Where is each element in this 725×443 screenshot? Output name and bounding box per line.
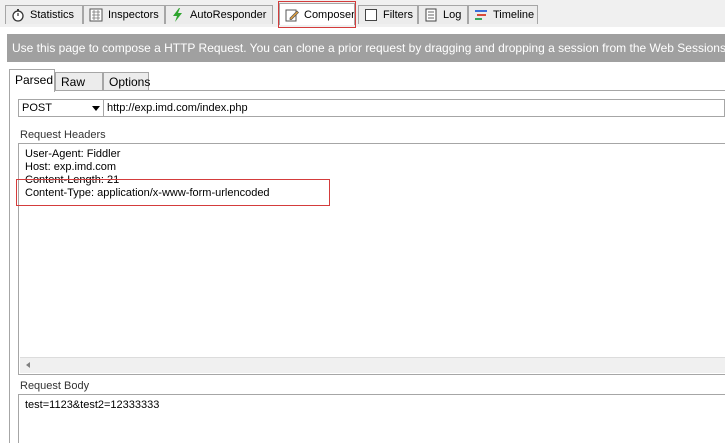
tab-label: Timeline [493, 9, 535, 21]
tab-statistics[interactable]: Statistics [5, 5, 83, 24]
composer-info-banner: Use this page to compose a HTTP Request.… [7, 34, 725, 62]
tab-label: Inspectors [108, 9, 159, 21]
subtab-parsed[interactable]: Parsed [9, 69, 55, 92]
scroll-left-icon[interactable] [26, 362, 30, 368]
request-headers-textarea[interactable]: User-Agent: Fiddler Host: exp.imd.com Co… [18, 143, 725, 375]
composer-subtabs: Parsed Raw Options [7, 67, 725, 92]
header-line: User-Agent: Fiddler [25, 148, 121, 160]
inspector-icon [89, 8, 103, 22]
request-body-text: test=1123&test2=12333333 [25, 399, 160, 411]
method-value: POST [22, 102, 52, 114]
header-line: Host: exp.imd.com [25, 161, 117, 173]
main-tab-strip: Statistics Inspectors AutoResponder Comp… [0, 0, 725, 28]
timeline-icon [475, 10, 487, 20]
log-icon [425, 8, 437, 22]
subtab-options[interactable]: Options [103, 72, 150, 91]
tab-inspectors[interactable]: Inspectors [83, 5, 165, 24]
tab-label: Log [443, 9, 462, 21]
tab-timeline[interactable]: Timeline [468, 5, 538, 24]
method-select[interactable]: POST [18, 99, 104, 117]
checkbox-icon [365, 9, 377, 21]
chevron-down-icon [92, 106, 100, 111]
tab-label: Filters [383, 9, 413, 21]
tab-label: Statistics [30, 9, 75, 21]
tab-autoresponder[interactable]: AutoResponder [165, 5, 273, 24]
composer-tab-highlight [278, 1, 356, 28]
request-body-label: Request Body [20, 380, 90, 392]
subtab-raw[interactable]: Raw [55, 72, 103, 91]
content-type-highlight [16, 179, 330, 206]
request-body-textarea[interactable]: test=1123&test2=12333333 [18, 394, 725, 443]
tab-log[interactable]: Log [418, 5, 468, 24]
stopwatch-icon [12, 9, 24, 22]
horizontal-scrollbar[interactable] [20, 357, 725, 373]
request-headers-label: Request Headers [20, 129, 106, 141]
tab-label: AutoResponder [190, 9, 267, 21]
lightning-icon [173, 8, 182, 22]
url-input[interactable]: http://exp.imd.com/index.php [104, 99, 725, 117]
tab-filters[interactable]: Filters [358, 5, 418, 24]
